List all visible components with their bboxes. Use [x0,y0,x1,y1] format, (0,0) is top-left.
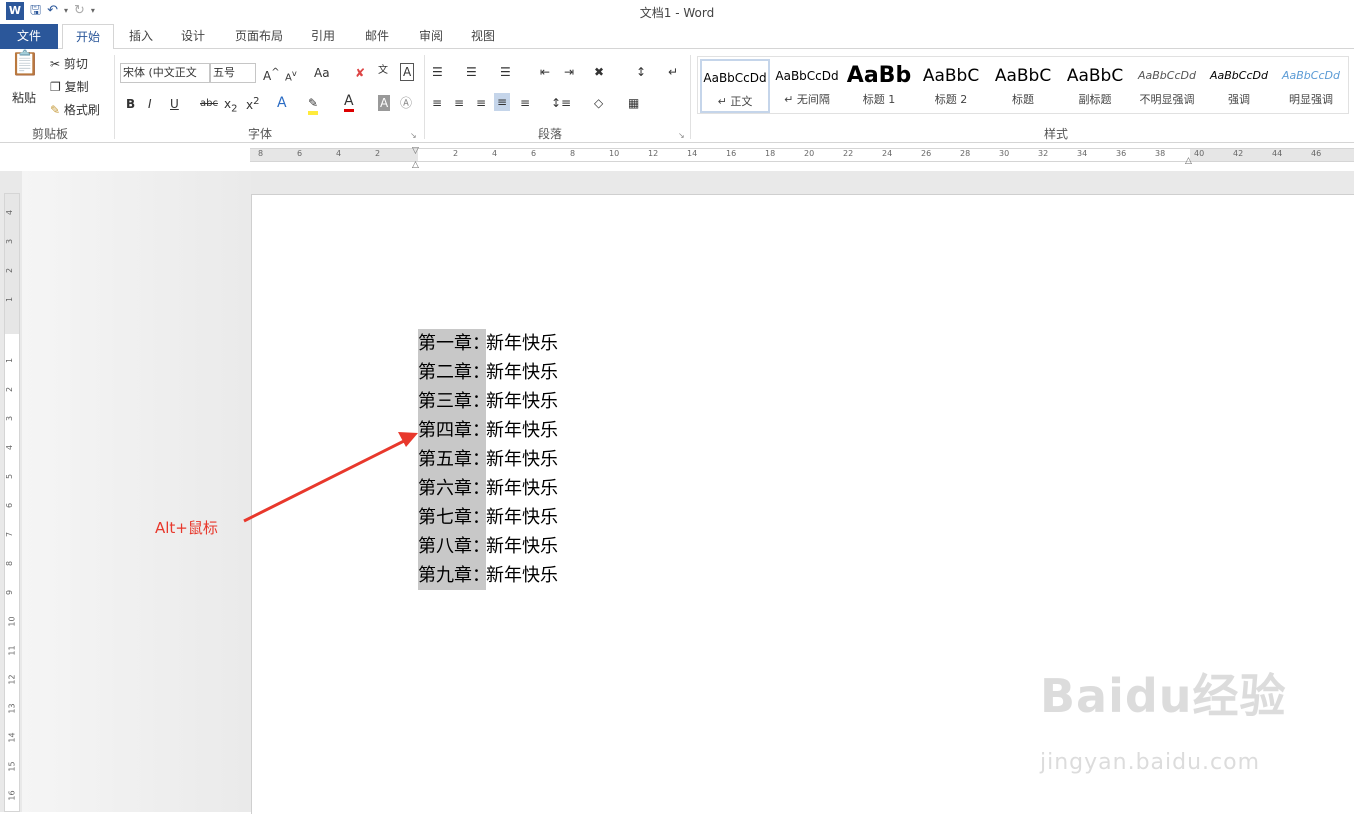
watermark-logo: Baidu经验 [1040,669,1287,723]
annotation-label: Alt+鼠标 [155,519,218,537]
watermark-url: jingyan.baidu.com [1040,750,1261,775]
